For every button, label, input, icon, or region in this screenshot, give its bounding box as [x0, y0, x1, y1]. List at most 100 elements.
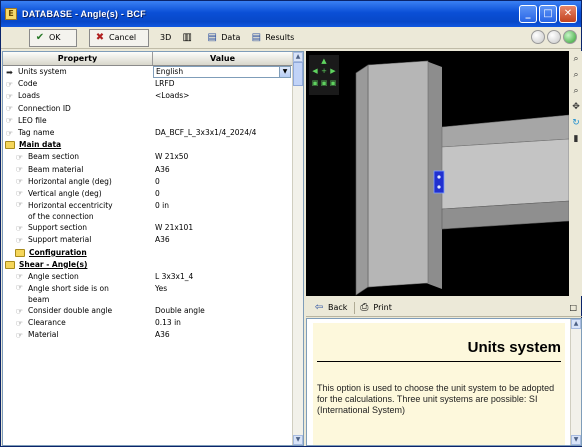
grid-row[interactable]: ☞ Horizontal angle (deg) 0 [3, 176, 293, 188]
zoom-fit-icon[interactable]: ⌕ [570, 83, 582, 99]
property-grid: Property Value ➡ Units system English ▼ ☞ Cod… [2, 51, 304, 446]
nav-forward-circle-icon[interactable] [547, 30, 561, 44]
value-cell[interactable]: 0 [153, 188, 293, 200]
property-label: Material [28, 330, 59, 340]
grid-row[interactable]: ☞ Horizontal eccentricity of the connectio… [3, 200, 293, 222]
property-cell: ☞ Horizontal angle (deg) [3, 176, 153, 188]
view-3-icon[interactable]: ▣ [329, 79, 337, 87]
grid-row[interactable]: ☞ Beam section W 21x50 [3, 151, 293, 163]
grid-row[interactable]: Main data [3, 139, 293, 151]
3d-viewport[interactable] [306, 51, 569, 296]
column-header-value[interactable]: Value [153, 52, 293, 65]
title-bar[interactable]: E DATABASE - Angle(s) - BCF _ □ ✕ [1, 1, 581, 27]
value-cell[interactable] [153, 259, 293, 271]
grid-row[interactable]: ☞ Loads <Loads> [3, 90, 293, 102]
viewer-side-toolbar: ⌕ ⌕ ⌕ ✥ ↻ ▮ [570, 51, 582, 296]
scroll-up-icon[interactable]: ▲ [293, 52, 303, 62]
property-label-block: Material [28, 329, 58, 341]
value-cell[interactable]: 0 [153, 176, 293, 188]
toolbar-options-icon[interactable]: ▮ [570, 131, 582, 147]
view-2-icon[interactable]: ▣ [320, 79, 328, 87]
cancel-button[interactable]: ✖ Cancel [89, 28, 149, 47]
window-controls: _ □ ✕ [519, 5, 577, 23]
grid-scrollbar[interactable]: ▲ ▼ [292, 52, 303, 445]
value-cell[interactable]: L 3x3x1_4 [153, 271, 293, 283]
grid-row[interactable]: Shear - Angle(s) [3, 259, 293, 271]
view-3d-button[interactable]: 3D [155, 29, 176, 47]
property-icon: ☞ [15, 177, 24, 187]
value-cell[interactable] [153, 103, 293, 115]
grid-row[interactable]: ☞ LEO file [3, 115, 293, 127]
property-cell: ☞ Consider double angle [3, 305, 153, 317]
value-cell[interactable]: 0.13 in [153, 317, 293, 329]
property-label: Angle short side is on [28, 284, 109, 293]
grid-row[interactable]: ➡ Units system English ▼ [3, 66, 293, 78]
value-cell[interactable] [153, 139, 293, 151]
property-cell: ☞ Horizontal eccentricity of the connectio… [3, 200, 153, 222]
property-cell: ➡ Units system [3, 66, 153, 78]
help-toolbar: ⇦ Back ⎙ Print □ [306, 299, 582, 317]
center-view-icon[interactable]: + [320, 67, 328, 75]
close-button[interactable]: ✕ [559, 5, 577, 23]
nav-go-circle-icon[interactable] [563, 30, 577, 44]
value-cell[interactable] [153, 115, 293, 127]
view-1-icon[interactable]: ▣ [311, 79, 319, 87]
help-print-button[interactable]: ⎙ Print [354, 301, 394, 314]
grid-row[interactable]: ☞ Support section W 21x101 [3, 222, 293, 234]
data-button[interactable]: ▤ Data [201, 29, 245, 47]
value-cell[interactable]: Double angle [153, 305, 293, 317]
ok-button[interactable]: ✔ OK [29, 28, 77, 47]
rotate-left-icon[interactable]: ◀ [311, 67, 319, 75]
rotate-icon[interactable]: ↻ [570, 115, 582, 131]
nav-back-circle-icon[interactable] [531, 30, 545, 44]
grid-row[interactable]: Configuration [3, 246, 293, 258]
value-cell[interactable] [153, 246, 293, 258]
grid-view-button[interactable]: ▥ [176, 29, 201, 47]
column-header-property[interactable]: Property [3, 52, 153, 65]
value-cell[interactable]: A36 [153, 164, 293, 176]
value-cell[interactable]: W 21x101 [153, 222, 293, 234]
property-label-block: Beam material [28, 164, 83, 176]
rotate-right-icon[interactable]: ▶ [329, 67, 337, 75]
grid-row[interactable]: ☞ Consider double angle Double angle [3, 305, 293, 317]
maximize-button[interactable]: □ [539, 5, 557, 23]
grid-row[interactable]: ☞ Material A36 [3, 329, 293, 341]
value-cell[interactable]: 0 in [153, 200, 293, 211]
value-cell[interactable]: Yes [153, 283, 293, 294]
grid-row[interactable]: ☞ Beam material A36 [3, 164, 293, 176]
minimize-button[interactable]: _ [519, 5, 537, 23]
value-cell[interactable]: DA_BCF_L_3x3x1/4_2024/4 [153, 127, 293, 139]
grid-row[interactable]: ☞ Angle section L 3x3x1_4 [3, 271, 293, 283]
pan-icon[interactable]: ✥ [570, 99, 582, 115]
zoom-in-icon[interactable]: ⌕ [570, 51, 582, 67]
value-cell[interactable]: LRFD [153, 78, 293, 90]
scroll-down-icon[interactable]: ▼ [293, 435, 303, 445]
grid-row[interactable]: ☞ Angle short side is on beam Yes [3, 283, 293, 305]
value-cell[interactable]: A36 [153, 234, 293, 246]
rotate-up-icon[interactable]: ▲ [320, 57, 328, 65]
property-icon: ☞ [5, 116, 14, 126]
results-button[interactable]: ▤ Results [245, 29, 299, 47]
grid-row[interactable]: ☞ Tag name DA_BCF_L_3x3x1/4_2024/4 [3, 127, 293, 139]
window-title: DATABASE - Angle(s) - BCF [22, 9, 146, 19]
grid-row[interactable]: ☞ Support material A36 [3, 234, 293, 246]
property-cell: ☞ Angle section [3, 271, 153, 283]
grid-row[interactable]: ☞ Vertical angle (deg) 0 [3, 188, 293, 200]
units-system-select[interactable]: English ▼ [153, 66, 291, 78]
grid-row[interactable]: ☞ Clearance 0.13 in [3, 317, 293, 329]
grid-row[interactable]: ☞ Connection ID [3, 103, 293, 115]
help-scroll-up-icon[interactable]: ▲ [571, 319, 581, 329]
help-scrollbar[interactable]: ▲ ▼ [570, 319, 581, 445]
scroll-thumb[interactable] [293, 62, 303, 86]
help-window-icon[interactable]: □ [566, 303, 580, 312]
value-cell[interactable]: A36 [153, 329, 293, 341]
value-cell[interactable]: W 21x50 [153, 151, 293, 163]
value-cell[interactable]: <Loads> [153, 90, 293, 102]
zoom-out-icon[interactable]: ⌕ [570, 67, 582, 83]
help-back-button[interactable]: ⇦ Back [310, 302, 350, 314]
grid-row[interactable]: ☞ Code LRFD [3, 78, 293, 90]
help-scroll-down-icon[interactable]: ▼ [571, 435, 581, 445]
grid-rows: ➡ Units system English ▼ ☞ Code LRFD ☞ Loads <Loa… [3, 66, 293, 342]
help-title-rule [317, 361, 561, 362]
dropdown-arrow-icon[interactable]: ▼ [279, 67, 290, 77]
